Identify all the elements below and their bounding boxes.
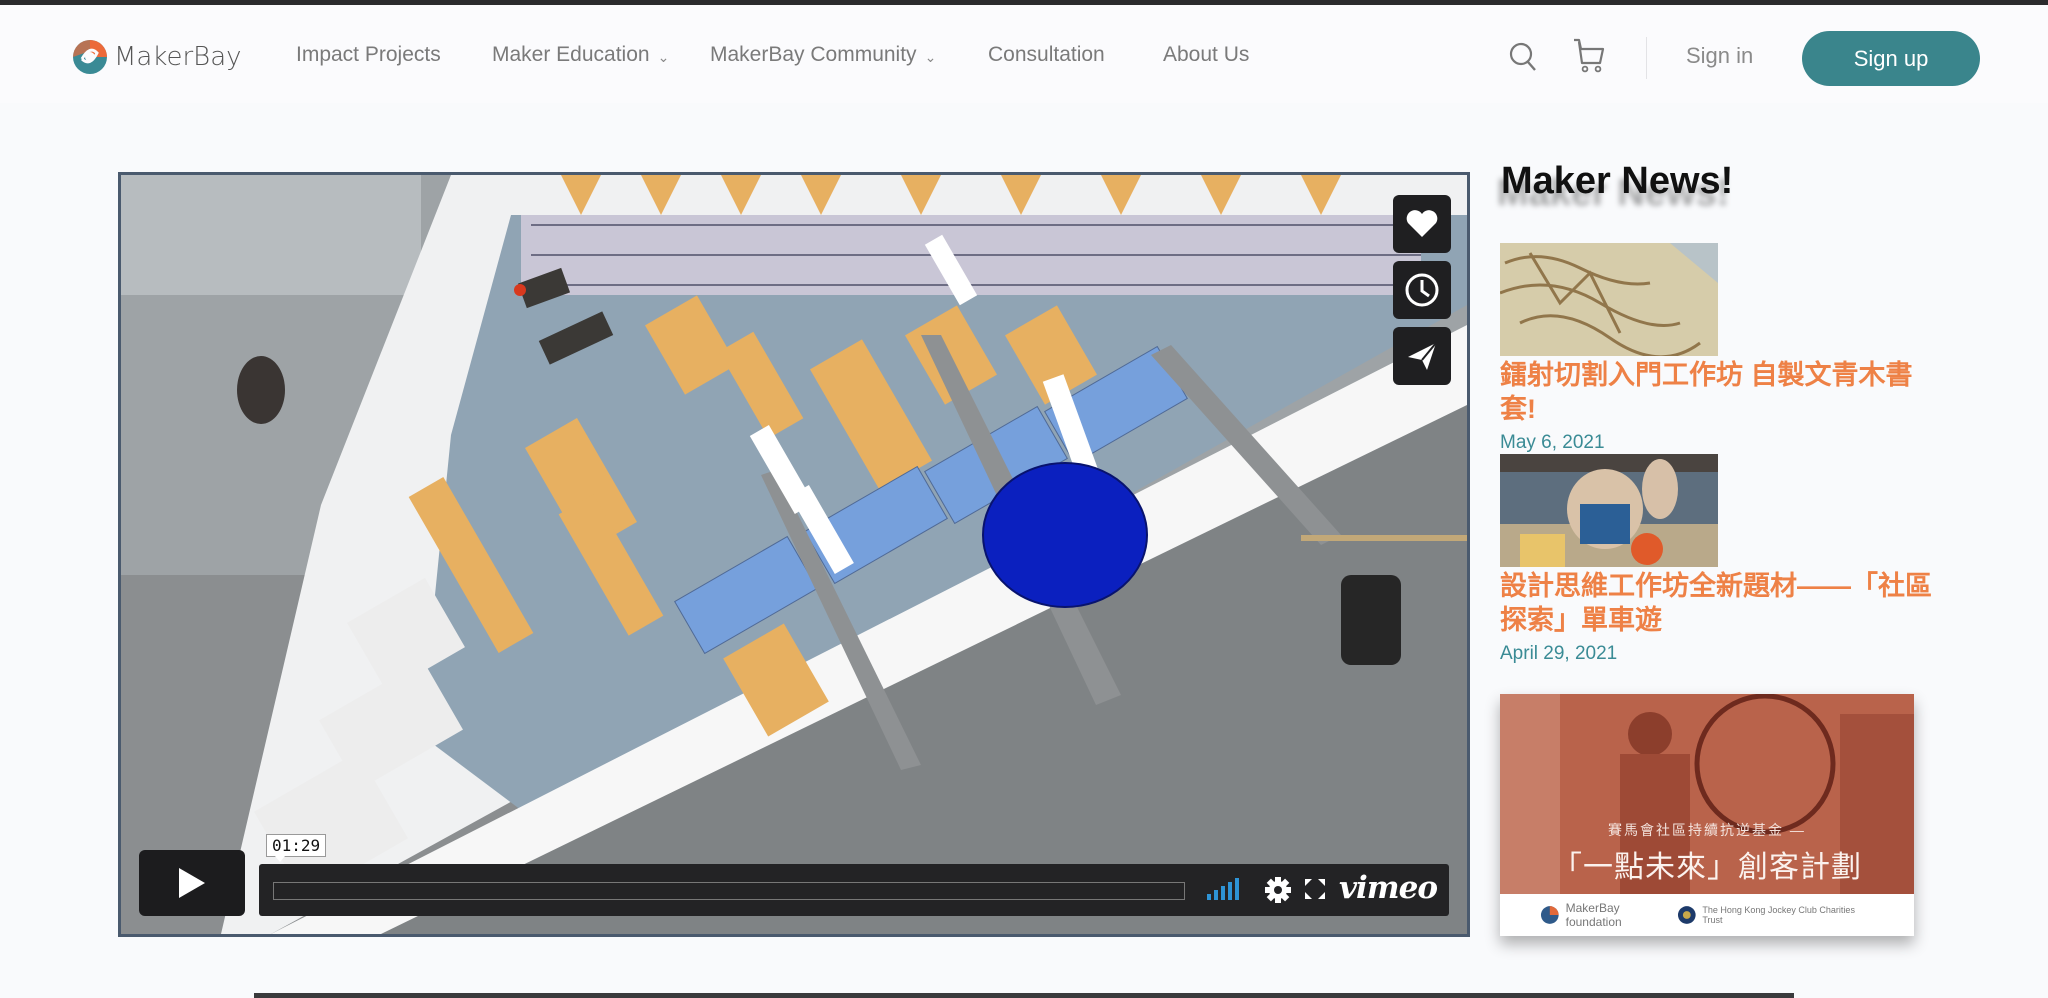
news-item: 設計思維工作坊全新題材——「社區探索」單車遊 April 29, 2021: [1500, 454, 1940, 665]
vimeo-logo[interactable]: vimeo: [1339, 870, 1438, 906]
settings-button[interactable]: [1264, 876, 1292, 909]
nav-label: Consultation: [988, 43, 1105, 66]
cart-button[interactable]: [1572, 37, 1606, 80]
video-controls: 01:29 vimeo: [139, 834, 1449, 916]
fullscreen-icon: [1305, 879, 1325, 899]
nav-label: Maker Education: [492, 43, 650, 66]
news-headline[interactable]: 鐳射切割入門工作坊 自製文青木書套!: [1500, 358, 1940, 426]
video-frame-floorplan: [121, 175, 1467, 934]
sign-in-link[interactable]: Sign in: [1686, 43, 1753, 69]
news-headline[interactable]: 設計思維工作坊全新題材——「社區探索」單車遊: [1500, 569, 1940, 637]
gear-icon: [1265, 877, 1291, 903]
heart-icon: [1406, 210, 1438, 237]
nav-label: About Us: [1163, 43, 1250, 66]
content-divider: [254, 993, 1794, 998]
banner-image: 賽馬會社區持續抗逆基金 — 「一點未來」創客計劃: [1500, 694, 1914, 894]
chevron-down-icon: ⌄: [657, 48, 670, 65]
news-thumbnail-plush-toy[interactable]: [1500, 454, 1718, 567]
search-icon: [1509, 42, 1536, 71]
play-button[interactable]: [139, 850, 245, 916]
like-button[interactable]: [1393, 195, 1451, 253]
news-item: 鐳射切割入門工作坊 自製文青木書套! May 6, 2021: [1500, 243, 1940, 454]
nav-makerbay-community[interactable]: MakerBay Community ⌄: [710, 43, 936, 67]
volume-bar: [1207, 894, 1211, 900]
news-date: May 6, 2021: [1500, 432, 1605, 453]
cart-icon: [1574, 38, 1605, 73]
sponsor-name: MakerBay foundation: [1565, 901, 1622, 929]
logo-text: MakerBay: [114, 42, 242, 72]
side-actions: [1393, 195, 1451, 393]
news-section-title: Maker News!: [1501, 160, 1734, 202]
sign-up-button[interactable]: Sign up: [1802, 31, 1980, 86]
nav-maker-education[interactable]: Maker Education ⌄: [492, 43, 669, 67]
makerbay-logo[interactable]: MakerBay: [70, 35, 242, 79]
sponsor-makerbay: MakerBay foundation: [1540, 901, 1677, 929]
news-date: April 29, 2021: [1500, 643, 1618, 664]
gear-logo-icon: [73, 40, 107, 74]
nav-label: MakerBay Community: [710, 43, 917, 66]
share-button[interactable]: [1393, 327, 1451, 385]
chevron-down-icon: ⌄: [924, 48, 937, 65]
sponsor-jockey-club: The Hong Kong Jockey Club Charities Trus…: [1677, 905, 1874, 925]
volume-bar: [1235, 878, 1239, 900]
jockey-club-logo-icon: [1677, 906, 1696, 924]
volume-control[interactable]: [1207, 878, 1239, 900]
nav-about-us[interactable]: About Us: [1163, 43, 1249, 67]
volume-bar: [1214, 890, 1218, 900]
paper-plane-icon: [1408, 342, 1437, 370]
project-banner[interactable]: 賽馬會社區持續抗逆基金 — 「一點未來」創客計劃 MakerBay founda…: [1500, 694, 1914, 936]
nav-consultation[interactable]: Consultation: [988, 43, 1105, 67]
watch-later-button[interactable]: [1393, 261, 1451, 319]
nav-impact-projects[interactable]: Impact Projects: [296, 43, 441, 67]
banner-sponsors: MakerBay foundation The Hong Kong Jockey…: [1500, 894, 1914, 936]
site-header: MakerBay Impact Projects Maker Education…: [0, 5, 2048, 103]
sponsor-name: The Hong Kong Jockey Club Charities Trus…: [1702, 905, 1855, 925]
volume-bar: [1228, 882, 1232, 900]
makerbay-foundation-logo-icon: [1540, 906, 1559, 924]
banner-subtitle: 賽馬會社區持續抗逆基金 —: [1608, 822, 1806, 838]
progress-bar[interactable]: [273, 882, 1185, 900]
banner-title: 「一點未來」創客計劃: [1552, 851, 1862, 884]
fullscreen-button[interactable]: [1304, 878, 1326, 905]
volume-bar: [1221, 886, 1225, 900]
playback-timestamp: 01:29: [266, 834, 327, 862]
news-thumbnail-laser-cut[interactable]: [1500, 243, 1718, 356]
news-sidebar: Maker News! 鐳射切割入門工作坊 自製文青木書套! May 6, 20…: [1500, 160, 1940, 664]
video-player[interactable]: 01:29 vimeo: [118, 172, 1470, 937]
control-bar: vimeo: [259, 864, 1449, 916]
header-divider: [1646, 37, 1647, 79]
play-icon: [179, 868, 205, 898]
search-button[interactable]: [1508, 41, 1538, 78]
clock-icon: [1405, 273, 1439, 307]
nav-label: Impact Projects: [296, 43, 441, 66]
